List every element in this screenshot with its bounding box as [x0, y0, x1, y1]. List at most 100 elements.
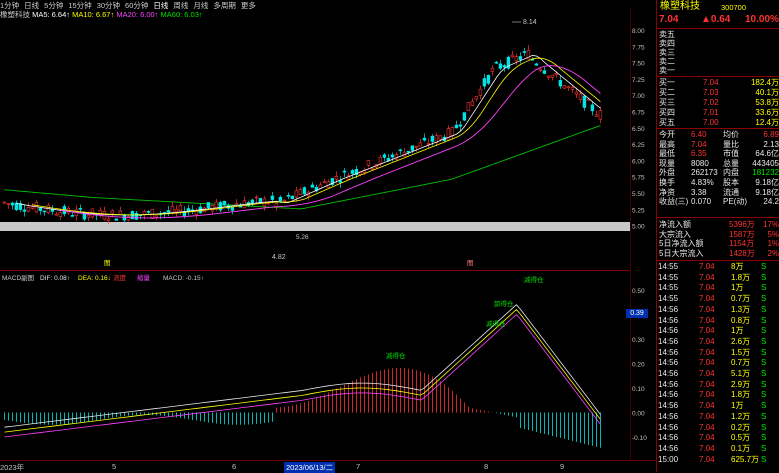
- candle-body[interactable]: [550, 74, 555, 78]
- candle-body[interactable]: [446, 128, 451, 141]
- candle-body[interactable]: [42, 210, 47, 213]
- candle-body[interactable]: [250, 199, 255, 204]
- candle-body[interactable]: [410, 145, 415, 151]
- candle-body[interactable]: [318, 184, 323, 189]
- candle-body[interactable]: [146, 211, 151, 213]
- candle-body[interactable]: [298, 189, 303, 195]
- candle-body[interactable]: [570, 87, 575, 90]
- tick-row[interactable]: 14:55 7.04 1.8万 S: [657, 273, 779, 282]
- candle-body[interactable]: [494, 61, 499, 64]
- candle-body[interactable]: [178, 205, 183, 211]
- candle-body[interactable]: [482, 78, 487, 87]
- candle-body[interactable]: [322, 181, 327, 183]
- signal-annotation[interactable]: 卸得仓: [494, 299, 514, 308]
- candle-body[interactable]: [546, 75, 551, 78]
- candle-body[interactable]: [118, 210, 123, 215]
- candle-body[interactable]: [114, 218, 119, 221]
- candle-body[interactable]: [458, 124, 463, 127]
- candle-body[interactable]: [174, 208, 179, 212]
- ask-level[interactable]: 卖二: [657, 57, 779, 66]
- candle-body[interactable]: [414, 145, 419, 148]
- candle-body[interactable]: [554, 73, 559, 75]
- candle-body[interactable]: [286, 194, 291, 197]
- bid-level[interactable]: 买二 7.03 40.1万: [657, 88, 779, 97]
- candle-body[interactable]: [54, 213, 59, 216]
- candle-body[interactable]: [490, 68, 495, 72]
- candle-body[interactable]: [422, 137, 427, 141]
- candle-body[interactable]: [170, 206, 175, 213]
- event-marker-1[interactable]: 图: [104, 259, 111, 267]
- candle-body[interactable]: [510, 54, 515, 58]
- signal-annotation[interactable]: 减得仓: [486, 319, 506, 328]
- candle-body[interactable]: [58, 212, 63, 217]
- candle-body[interactable]: [230, 206, 235, 211]
- candle-body[interactable]: [518, 56, 523, 60]
- candle-body[interactable]: [110, 210, 115, 214]
- tick-row[interactable]: 14:56 7.04 1.8万 S: [657, 390, 779, 399]
- ask-level[interactable]: 卖四: [657, 39, 779, 48]
- date-axis[interactable]: 2023年 5 6 2023/06/13/二 7 8 9: [0, 460, 656, 473]
- candle-body[interactable]: [418, 142, 423, 147]
- candlestick-chart[interactable]: 8.14 4.82 5.26 图 图: [0, 8, 630, 270]
- bid-level[interactable]: 买五 7.00 12.4万: [657, 118, 779, 127]
- candle-body[interactable]: [222, 200, 227, 206]
- candle-body[interactable]: [38, 207, 43, 211]
- candle-body[interactable]: [478, 88, 483, 96]
- candle-body[interactable]: [310, 184, 315, 188]
- candle-body[interactable]: [390, 154, 395, 158]
- bid-level[interactable]: 买三 7.02 53.8万: [657, 98, 779, 107]
- macd-indicator-chart[interactable]: MACD副图 DIF: 0.08↑ DEA: 0.16↓ 流度 缩量 MACD:…: [0, 270, 630, 460]
- ask-level[interactable]: 卖一: [657, 66, 779, 75]
- tick-row[interactable]: 14:56 7.04 1万 S: [657, 326, 779, 335]
- tick-row[interactable]: 14:56 7.04 0.7万 S: [657, 358, 779, 367]
- tick-row[interactable]: 14:55 7.04 1万 S: [657, 283, 779, 292]
- bid-level[interactable]: 买四 7.01 33.6万: [657, 108, 779, 117]
- tick-row[interactable]: 15:00 7.04 625.7万 S: [657, 455, 779, 464]
- candle-body[interactable]: [594, 114, 599, 117]
- signal-annotation[interactable]: 减得仓: [524, 275, 544, 284]
- tick-row[interactable]: 14:56 7.04 2.9万 S: [657, 380, 779, 389]
- candle-body[interactable]: [498, 63, 503, 69]
- tick-row[interactable]: 14:56 7.04 1万 S: [657, 401, 779, 410]
- candle-body[interactable]: [218, 202, 223, 211]
- candle-body[interactable]: [430, 135, 435, 142]
- candle-body[interactable]: [282, 199, 287, 202]
- candle-body[interactable]: [502, 65, 507, 68]
- candle-body[interactable]: [558, 80, 563, 87]
- candle-body[interactable]: [590, 104, 595, 112]
- ask-level[interactable]: 卖五: [657, 30, 779, 39]
- candle-body[interactable]: [2, 201, 7, 204]
- tick-row[interactable]: 14:56 7.04 0.5万 S: [657, 433, 779, 442]
- candle-body[interactable]: [86, 214, 91, 218]
- candle-body[interactable]: [22, 209, 27, 212]
- candle-body[interactable]: [450, 127, 455, 137]
- candle-body[interactable]: [290, 195, 295, 200]
- candle-body[interactable]: [270, 195, 275, 200]
- candle-body[interactable]: [26, 207, 31, 212]
- candle-body[interactable]: [294, 190, 299, 198]
- candle-body[interactable]: [106, 218, 111, 221]
- candle-body[interactable]: [470, 101, 475, 106]
- candle-body[interactable]: [542, 70, 547, 74]
- candle-body[interactable]: [538, 69, 543, 71]
- candle-body[interactable]: [234, 203, 239, 206]
- candle-body[interactable]: [486, 74, 491, 84]
- candle-body[interactable]: [366, 160, 371, 166]
- candle-body[interactable]: [166, 210, 171, 213]
- tick-row[interactable]: 14:56 7.04 1.2万 S: [657, 412, 779, 421]
- candle-body[interactable]: [598, 110, 603, 120]
- candle-body[interactable]: [10, 202, 15, 206]
- candle-body[interactable]: [426, 143, 431, 145]
- candle-body[interactable]: [382, 154, 387, 158]
- tick-row[interactable]: 14:55 7.04 0.7万 S: [657, 294, 779, 303]
- tick-row[interactable]: 14:56 7.04 0.8万 S: [657, 316, 779, 325]
- candle-body[interactable]: [398, 149, 403, 152]
- candle-body[interactable]: [342, 170, 347, 173]
- candle-body[interactable]: [254, 196, 259, 199]
- tick-row[interactable]: 14:56 7.04 1.5万 S: [657, 348, 779, 357]
- candle-body[interactable]: [438, 135, 443, 140]
- bid-level[interactable]: 买一 7.04 182.4万: [657, 78, 779, 87]
- candle-body[interactable]: [514, 56, 519, 62]
- candle-body[interactable]: [582, 95, 587, 108]
- candle-body[interactable]: [154, 215, 159, 218]
